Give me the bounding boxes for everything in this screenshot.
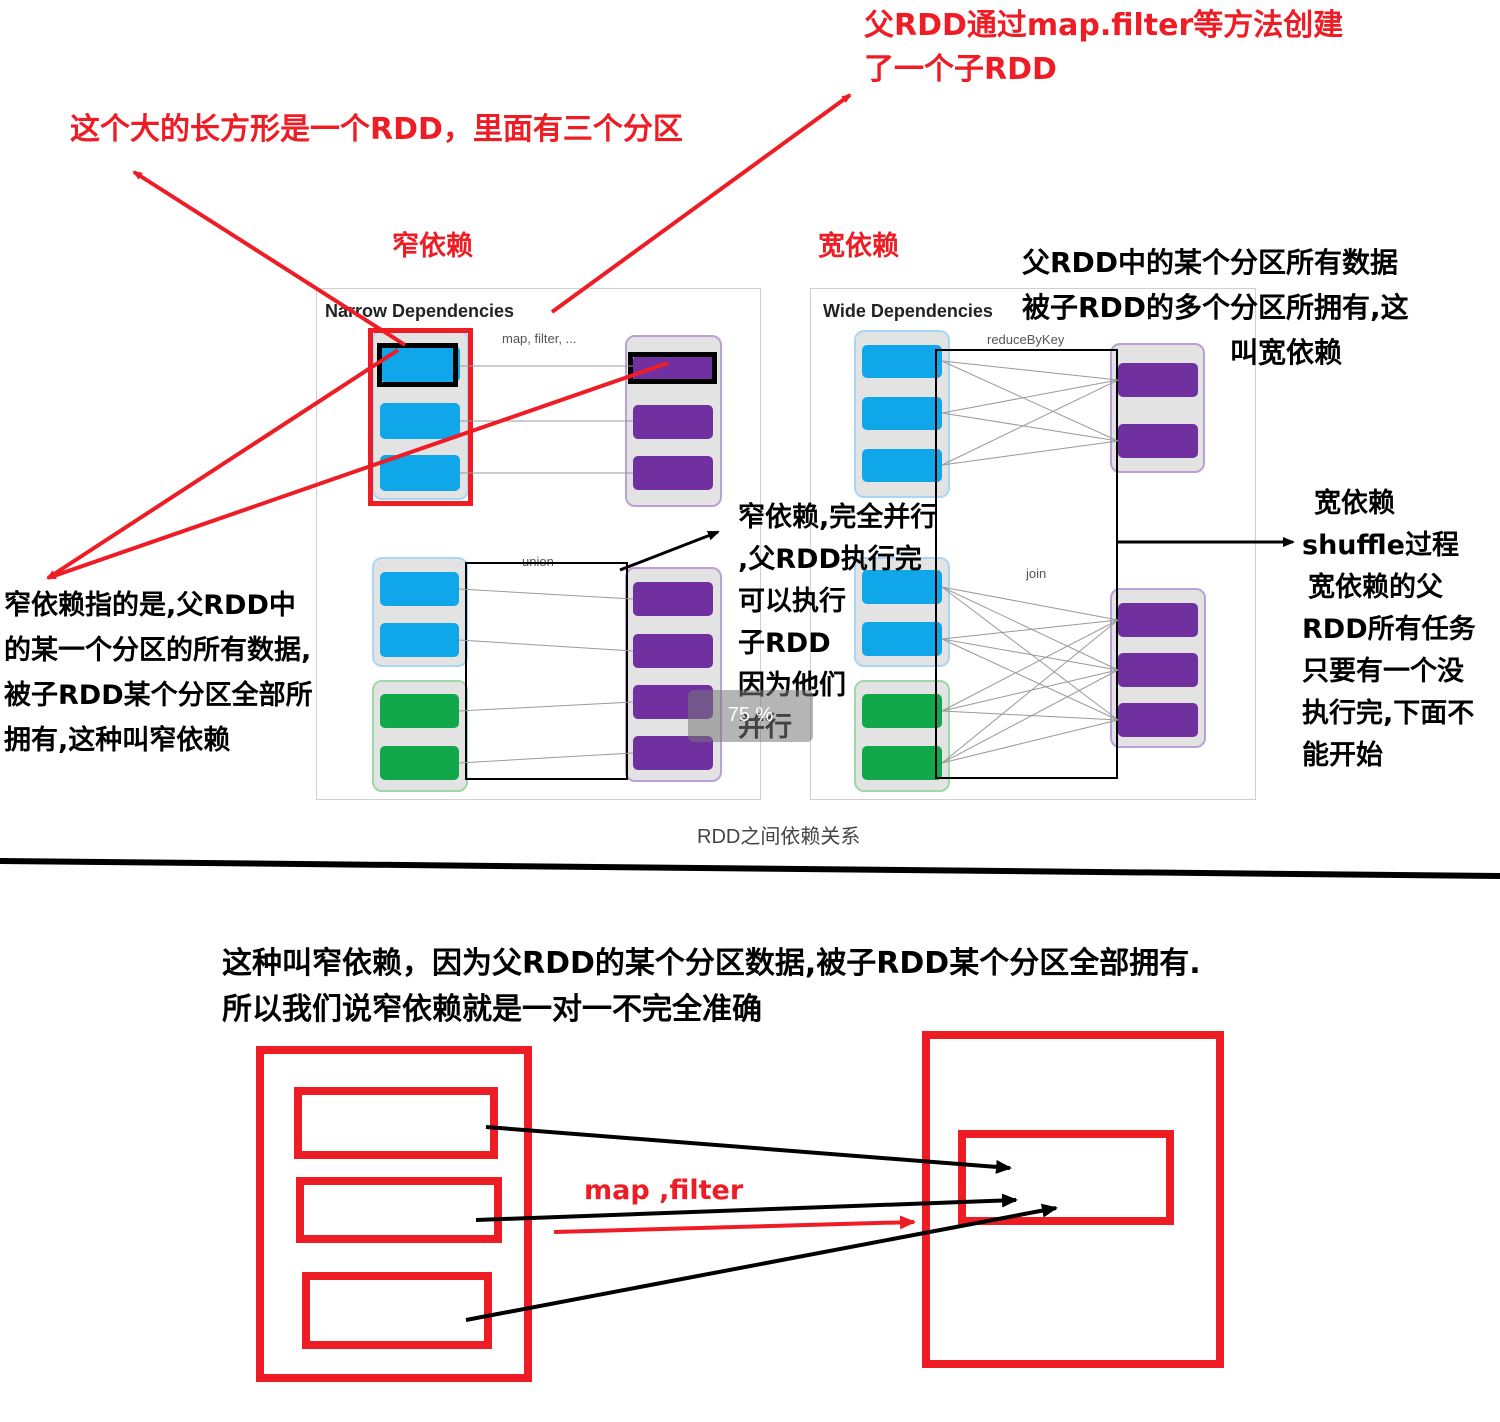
- partition-arrows: [465, 1125, 1058, 1322]
